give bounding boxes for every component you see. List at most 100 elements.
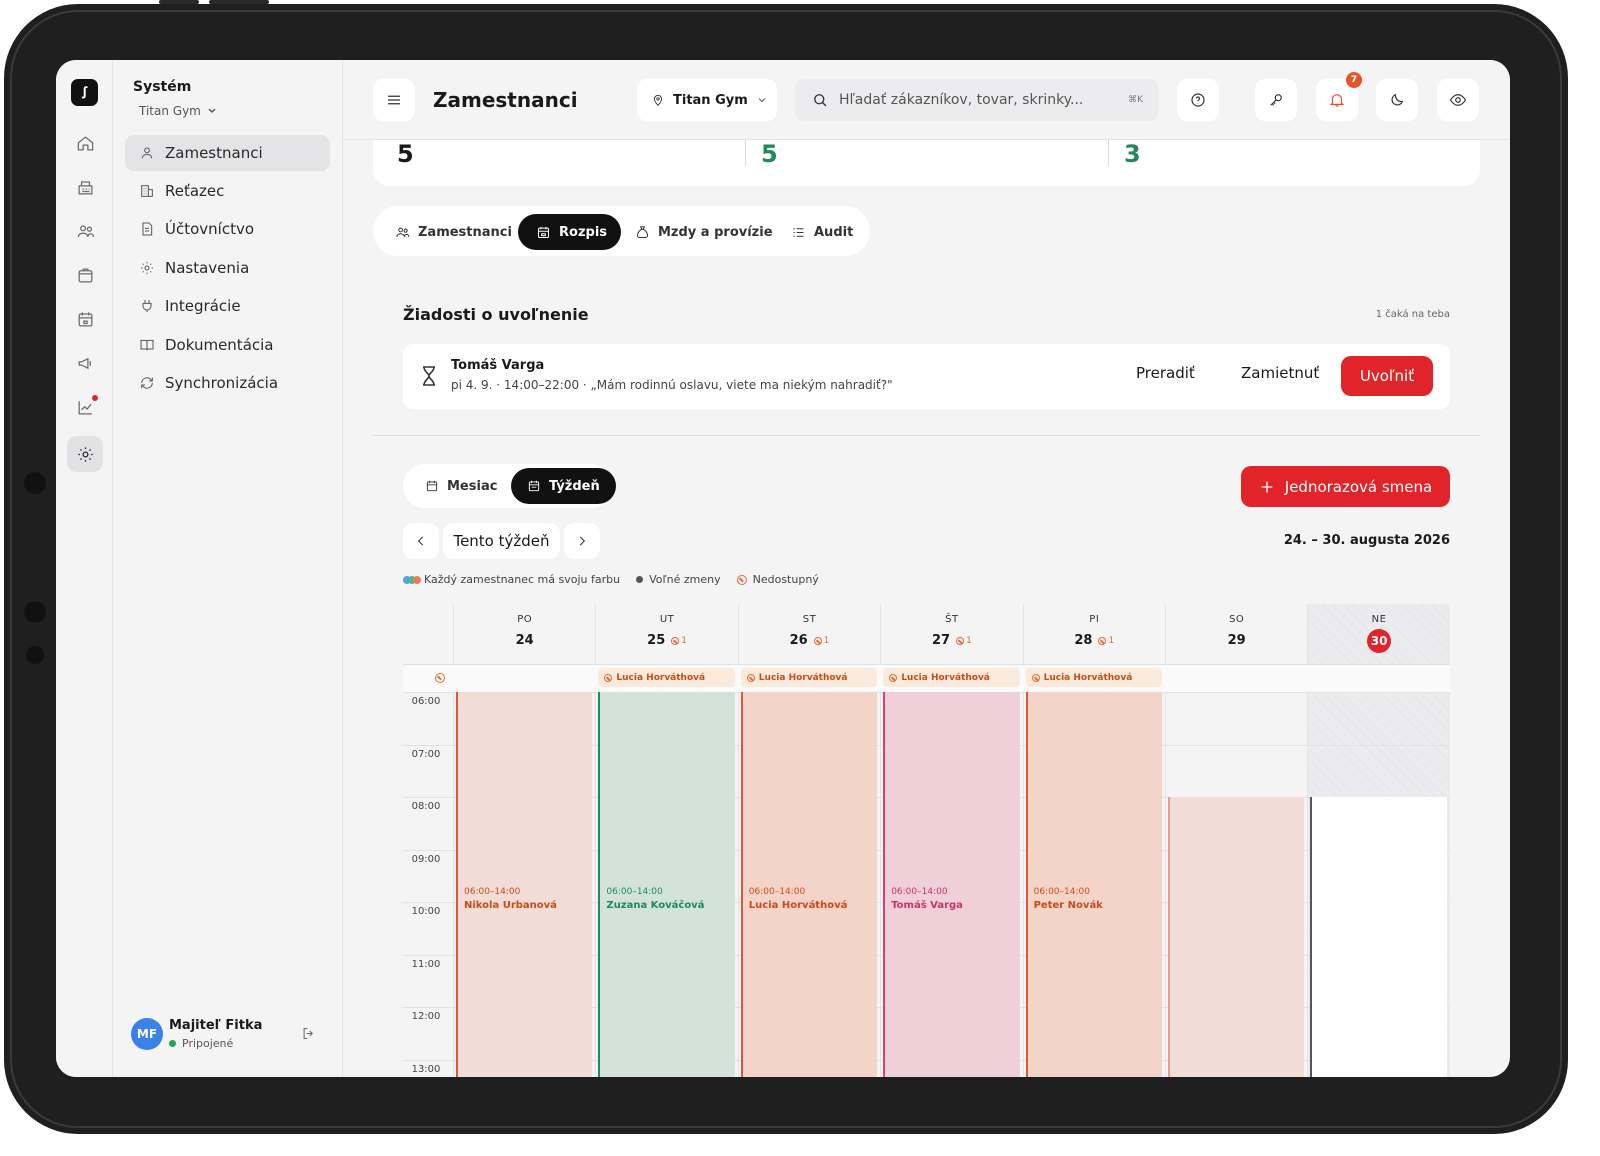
sidebar-item-label: Zamestnanci xyxy=(165,144,263,162)
logout-icon[interactable] xyxy=(301,1026,316,1041)
day-header[interactable]: PO 24 xyxy=(453,604,595,664)
release-button[interactable]: Uvoľniť xyxy=(1341,356,1433,396)
legend-label: Nedostupný xyxy=(752,573,819,586)
megaphone-icon[interactable] xyxy=(67,345,103,381)
day-number: 24 xyxy=(454,633,595,648)
sidebar-item-synchronizacia[interactable]: Synchronizácia xyxy=(125,365,330,401)
app-logo[interactable]: ꭍ xyxy=(71,79,98,106)
shift-block[interactable] xyxy=(1310,797,1447,1077)
view-label: Týždeň xyxy=(549,478,600,494)
analytics-icon[interactable] xyxy=(67,389,103,425)
shift-block[interactable]: 06:00–14:00 Tomáš Varga xyxy=(883,692,1020,1077)
help-button[interactable] xyxy=(1177,79,1219,121)
shift-time: 06:00–14:00 xyxy=(1033,887,1090,897)
unavailable-chip[interactable]: Lucia Horváthová xyxy=(1025,668,1162,687)
customers-icon[interactable] xyxy=(67,213,103,249)
day-number-text: 28 xyxy=(1074,633,1093,648)
eye-icon xyxy=(1449,94,1467,106)
sync-icon xyxy=(141,377,153,389)
reject-button[interactable]: Zamietnuť xyxy=(1241,364,1319,382)
unavailable-icon xyxy=(1098,636,1107,645)
search-placeholder: Hľadať zákazníkov, tovar, skrinky... xyxy=(839,92,1084,108)
day-header[interactable]: NE 30 xyxy=(1307,604,1449,664)
main-content: 5 5 3 Zamestnanci Titan Gym Hľadať zákaz… xyxy=(343,60,1510,1077)
reassign-button[interactable]: Preradiť xyxy=(1136,364,1195,382)
chevron-down-icon xyxy=(208,108,216,113)
unavailable-icon xyxy=(746,673,755,682)
tab-mzdy[interactable]: Mzdy a provízie xyxy=(617,214,787,250)
shift-time: 06:00–14:00 xyxy=(891,887,948,897)
tab-rozpis[interactable]: Rozpis xyxy=(518,214,622,250)
home-icon[interactable] xyxy=(67,125,103,161)
day-number-text: 24 xyxy=(515,633,534,648)
shift-block[interactable]: 06:00–14:00 Peter Novák xyxy=(1025,692,1162,1077)
unavailable-count: 1 xyxy=(823,635,830,646)
unavailable-chip[interactable]: Lucia Horváthová xyxy=(883,668,1020,687)
shift-block[interactable] xyxy=(1168,797,1305,1077)
calendar-icon xyxy=(538,226,549,238)
stat-value: 5 xyxy=(397,140,414,168)
sidebar-item-retazec[interactable]: Reťazec xyxy=(125,173,330,209)
requests-count: 1 čaká na teba xyxy=(1375,309,1450,320)
time-label: 11:00 xyxy=(411,958,441,970)
top-bar: Zamestnanci Titan Gym Hľadať zákazníkov,… xyxy=(343,60,1510,140)
day-header[interactable]: UT 25 1 xyxy=(595,604,737,664)
sidebar-item-label: Reťazec xyxy=(165,182,225,200)
tab-zamestnanci[interactable]: Zamestnanci xyxy=(377,214,526,250)
day-header[interactable]: PI 28 1 xyxy=(1022,604,1165,664)
menu-button[interactable] xyxy=(373,79,415,121)
gym-selector[interactable]: Titan Gym xyxy=(139,104,217,118)
preview-button[interactable] xyxy=(1437,79,1479,121)
register-icon[interactable] xyxy=(67,169,103,205)
chevron-right-icon xyxy=(579,536,586,546)
avatar[interactable]: MF xyxy=(131,1018,163,1050)
calendar-icon[interactable] xyxy=(67,301,103,337)
tab-label: Mzdy a provízie xyxy=(658,224,773,240)
time-label: 07:00 xyxy=(411,748,441,760)
day-name: PO xyxy=(517,614,533,625)
next-week-button[interactable] xyxy=(564,523,600,559)
search-input[interactable]: Hľadať zákazníkov, tovar, skrinky... ⌘K xyxy=(795,79,1159,121)
unavailable-count: 1 xyxy=(1108,635,1115,646)
unavailable-chip[interactable]: Lucia Horváthová xyxy=(740,668,878,687)
day-header[interactable]: ST 26 1 xyxy=(737,604,880,664)
unavailable-name: Lucia Horváthová xyxy=(1043,672,1133,683)
prev-week-button[interactable] xyxy=(403,523,439,559)
unavailable-count-badge: 1 xyxy=(956,636,972,646)
day-header[interactable]: ŠT 27 1 xyxy=(880,604,1022,664)
tab-audit[interactable]: Audit xyxy=(773,214,867,250)
notifications-button[interactable]: 7 xyxy=(1316,72,1362,121)
sidebar-item-label: Účtovníctvo xyxy=(165,220,255,238)
view-week[interactable]: Týždeň xyxy=(511,468,616,504)
sidebar-item-nastavenia[interactable]: Nastavenia xyxy=(125,250,330,286)
dark-mode-button[interactable] xyxy=(1376,79,1418,121)
day-name: UT xyxy=(659,614,675,625)
shift-block[interactable]: 06:00–14:00 Lucia Horváthová xyxy=(740,692,878,1077)
day-number-text: 25 xyxy=(647,633,666,648)
day-header[interactable]: SO 29 xyxy=(1165,604,1307,664)
unavailable-count-badge: 1 xyxy=(813,635,830,646)
this-week-button[interactable]: Tento týždeň xyxy=(443,523,560,559)
shop-icon[interactable] xyxy=(67,257,103,293)
requests-title: Žiadosti o uvoľnenie xyxy=(403,305,589,324)
unavailable-count: 1 xyxy=(681,635,687,646)
key-button[interactable] xyxy=(1255,79,1297,121)
location-selector[interactable]: Titan Gym xyxy=(637,79,777,121)
sidebar-item-dokumentacia[interactable]: Dokumentácia xyxy=(125,327,330,363)
time-label: 06:00 xyxy=(411,696,441,707)
header-line xyxy=(403,664,1450,665)
shift-block[interactable]: 06:00–14:00 Zuzana Kováčová xyxy=(598,692,735,1077)
sidebar-item-zamestnanci[interactable]: Zamestnanci xyxy=(125,135,330,171)
shift-block[interactable]: 06:00–14:00 Nikola Urbanová xyxy=(456,692,593,1077)
add-shift-button[interactable]: Jednorazová smena xyxy=(1241,466,1450,507)
day-number: 30 xyxy=(1308,629,1449,653)
date-range: 24. – 30. augusta 2026 xyxy=(1283,533,1450,548)
notification-badge: 7 xyxy=(1346,72,1362,88)
sidebar-item-integracie[interactable]: Integrácie xyxy=(125,288,330,324)
sidebar-item-uctovnictvo[interactable]: Účtovníctvo xyxy=(125,211,330,247)
view-month[interactable]: Mesiac xyxy=(409,468,513,504)
volume-button xyxy=(159,0,199,4)
time-label: 10:00 xyxy=(411,906,441,917)
unavailable-chip[interactable]: Lucia Horváthová xyxy=(598,668,735,687)
settings-gear-icon[interactable] xyxy=(67,436,103,472)
